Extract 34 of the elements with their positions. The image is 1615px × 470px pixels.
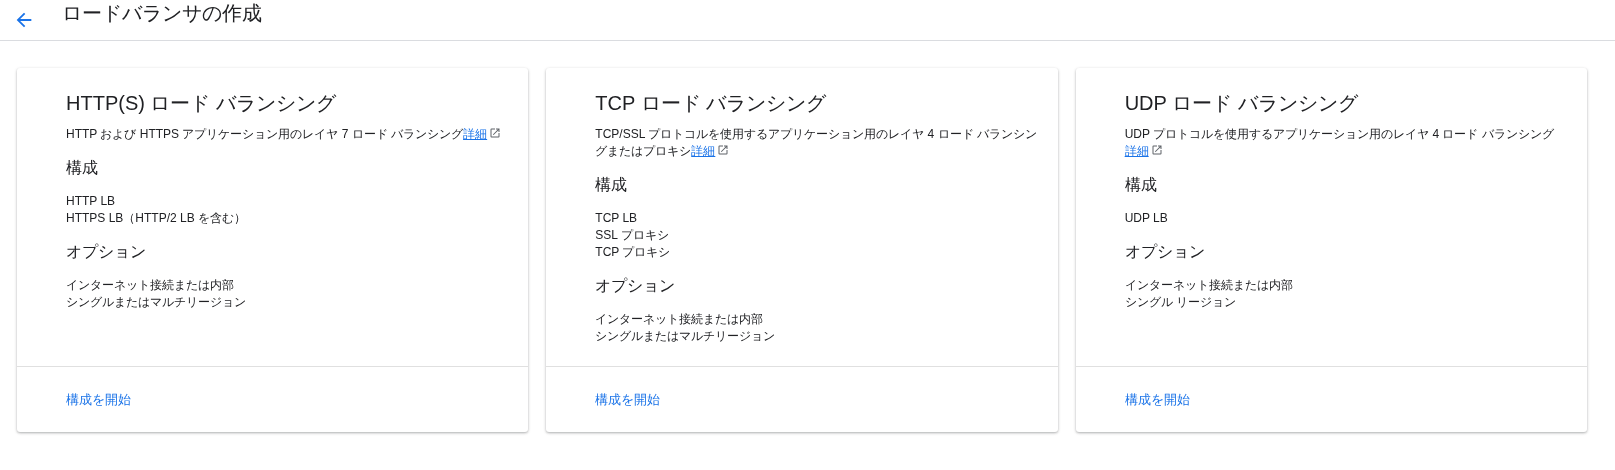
option-item: シングルまたはマルチリージョン	[595, 328, 777, 345]
section-heading: 構成	[595, 175, 629, 195]
option-item: インターネット接続または内部	[1124, 277, 1294, 294]
section-heading: オプション	[595, 276, 677, 296]
config-item: TCP LB	[595, 210, 639, 227]
section-heading: オプション	[66, 242, 147, 262]
start-configuration-link[interactable]: 構成を開始	[66, 389, 131, 410]
learn-more-link[interactable]: 詳細	[1124, 144, 1149, 158]
config-item: HTTPS LB（HTTP/2 LB を含む）	[66, 210, 248, 227]
external-link-icon	[1150, 144, 1163, 156]
card-title: HTTP(S) ロード バランシング	[66, 91, 337, 116]
start-configuration-link[interactable]: 構成を開始	[595, 389, 661, 410]
external-link-icon	[489, 127, 502, 139]
section-heading: 構成	[1124, 175, 1158, 195]
card-title: TCP ロード バランシング	[595, 91, 828, 116]
section-heading: 構成	[66, 158, 99, 178]
option-item: シングルまたはマルチリージョン	[66, 294, 247, 311]
option-item: インターネット接続または内部	[66, 277, 235, 294]
external-link-icon	[717, 144, 730, 156]
section-heading: オプション	[1124, 242, 1206, 262]
page-title: ロードバランサの作成	[62, 3, 262, 23]
option-item: インターネット接続または内部	[595, 311, 765, 328]
card-description: TCP/SSL プロトコルを使用するアプリケーション用のレイヤ 4 ロード バランシングまたはプロキシ詳細	[595, 126, 1038, 160]
config-item: HTTP LB	[66, 193, 117, 210]
learn-more-link[interactable]: 詳細	[463, 127, 488, 141]
card-description: UDP プロトコルを使用するアプリケーション用のレイヤ 4 ロード バランシング 詳細	[1124, 126, 1555, 160]
card-title: UDP ロード バランシング	[1124, 91, 1359, 116]
config-item: TCP プロキシ	[595, 244, 672, 261]
config-item: SSL プロキシ	[595, 227, 670, 244]
start-configuration-link[interactable]: 構成を開始	[1124, 389, 1190, 410]
config-item: UDP LB	[1124, 210, 1169, 227]
learn-more-link[interactable]: 詳細	[691, 144, 716, 158]
option-item: シングル リージョン	[1124, 294, 1237, 311]
card-description: HTTP および HTTPS アプリケーション用のレイヤ 7 ロード バランシング詳細	[66, 126, 509, 143]
